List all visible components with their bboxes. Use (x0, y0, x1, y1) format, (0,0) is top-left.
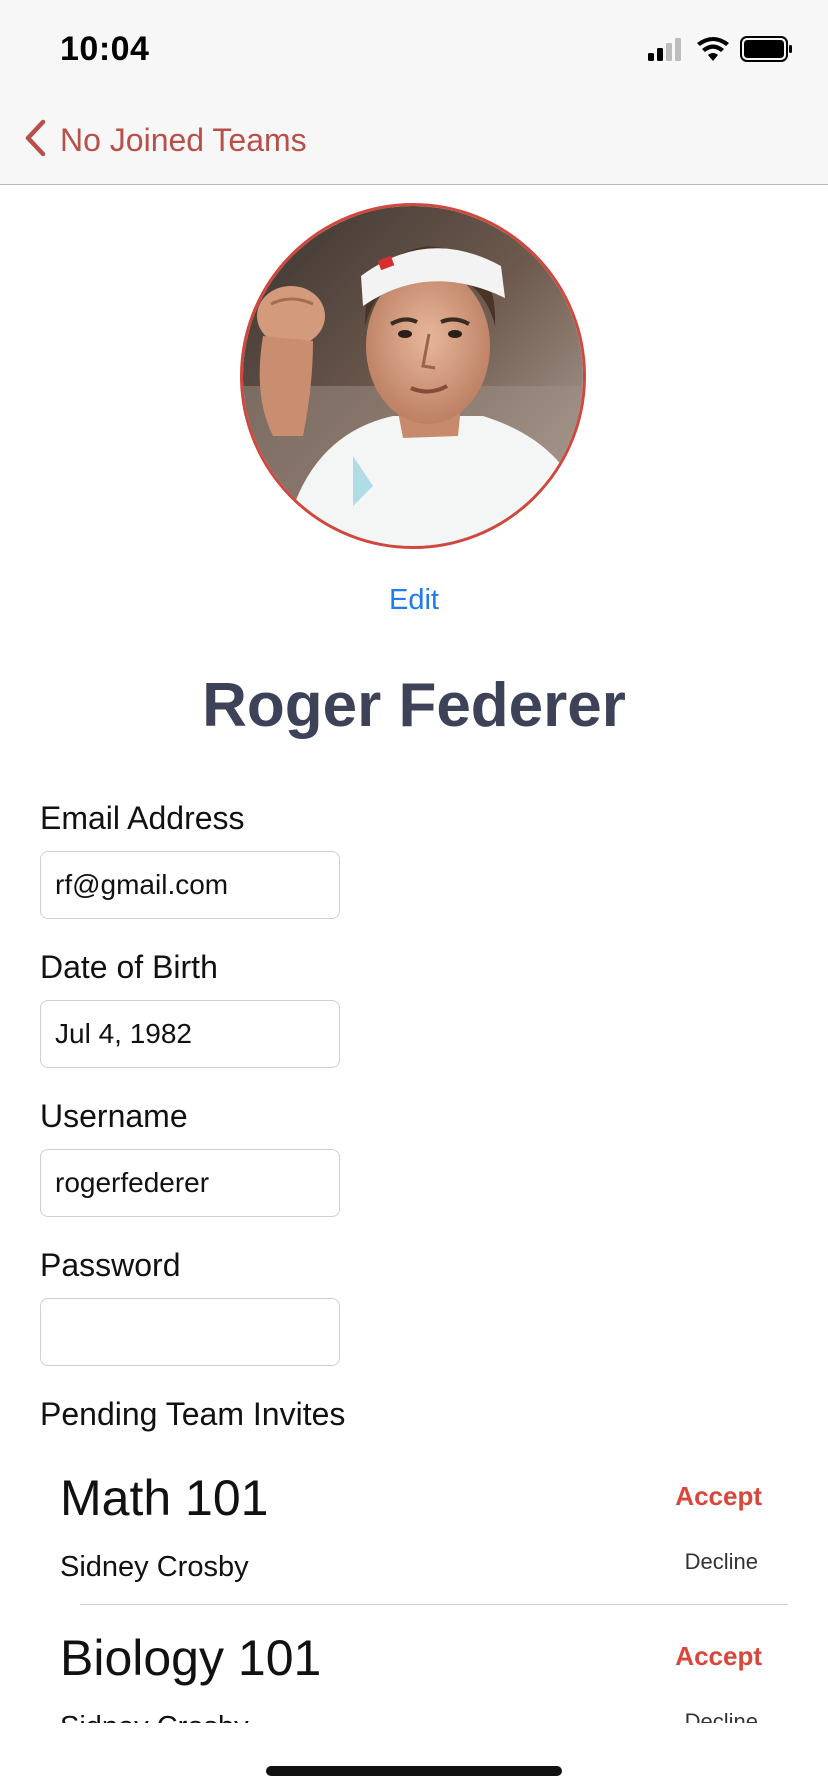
invite-item: Biology 101 Sidney Crosby Accept Decline (0, 1605, 828, 1723)
back-label: No Joined Teams (60, 122, 307, 158)
status-time: 10:04 (60, 30, 150, 68)
status-icons (648, 36, 794, 67)
decline-button[interactable]: Decline (685, 1709, 758, 1723)
password-label: Password (40, 1247, 181, 1283)
invite-owner-name: Sidney Crosby (60, 1711, 249, 1723)
date-of-birth-field[interactable] (40, 1000, 340, 1068)
profile-name: Roger Federer (202, 671, 626, 740)
profile-photo (243, 206, 583, 546)
invite-item: Math 101 Sidney Crosby Accept Decline (0, 1445, 828, 1605)
invite-owner-name: Sidney Crosby (60, 1551, 249, 1583)
navigation-bar: No Joined Teams (0, 100, 828, 185)
username-field[interactable] (40, 1149, 340, 1217)
cellular-signal-icon (648, 37, 686, 66)
invite-list: Math 101 Sidney Crosby Accept Decline Bi… (0, 1445, 828, 1723)
username-label: Username (40, 1098, 188, 1134)
status-bar: 10:04 (0, 0, 828, 100)
accept-button[interactable]: Accept (675, 1641, 762, 1672)
pending-invites-title: Pending Team Invites (40, 1396, 346, 1432)
avatar[interactable] (240, 203, 586, 549)
wifi-icon (696, 36, 730, 67)
edit-photo-link[interactable]: Edit (0, 584, 828, 617)
accept-button[interactable]: Accept (675, 1481, 762, 1512)
home-indicator (266, 1766, 562, 1776)
decline-button[interactable]: Decline (685, 1549, 758, 1575)
dob-label: Date of Birth (40, 949, 218, 985)
invite-team-name: Math 101 (60, 1470, 269, 1526)
password-field[interactable] (40, 1298, 340, 1366)
invite-team-name: Biology 101 (60, 1630, 322, 1686)
email-field[interactable] (40, 851, 340, 919)
chevron-left-icon (22, 118, 48, 163)
email-label: Email Address (40, 800, 245, 836)
back-button[interactable]: No Joined Teams (22, 118, 307, 163)
battery-icon (740, 36, 794, 67)
